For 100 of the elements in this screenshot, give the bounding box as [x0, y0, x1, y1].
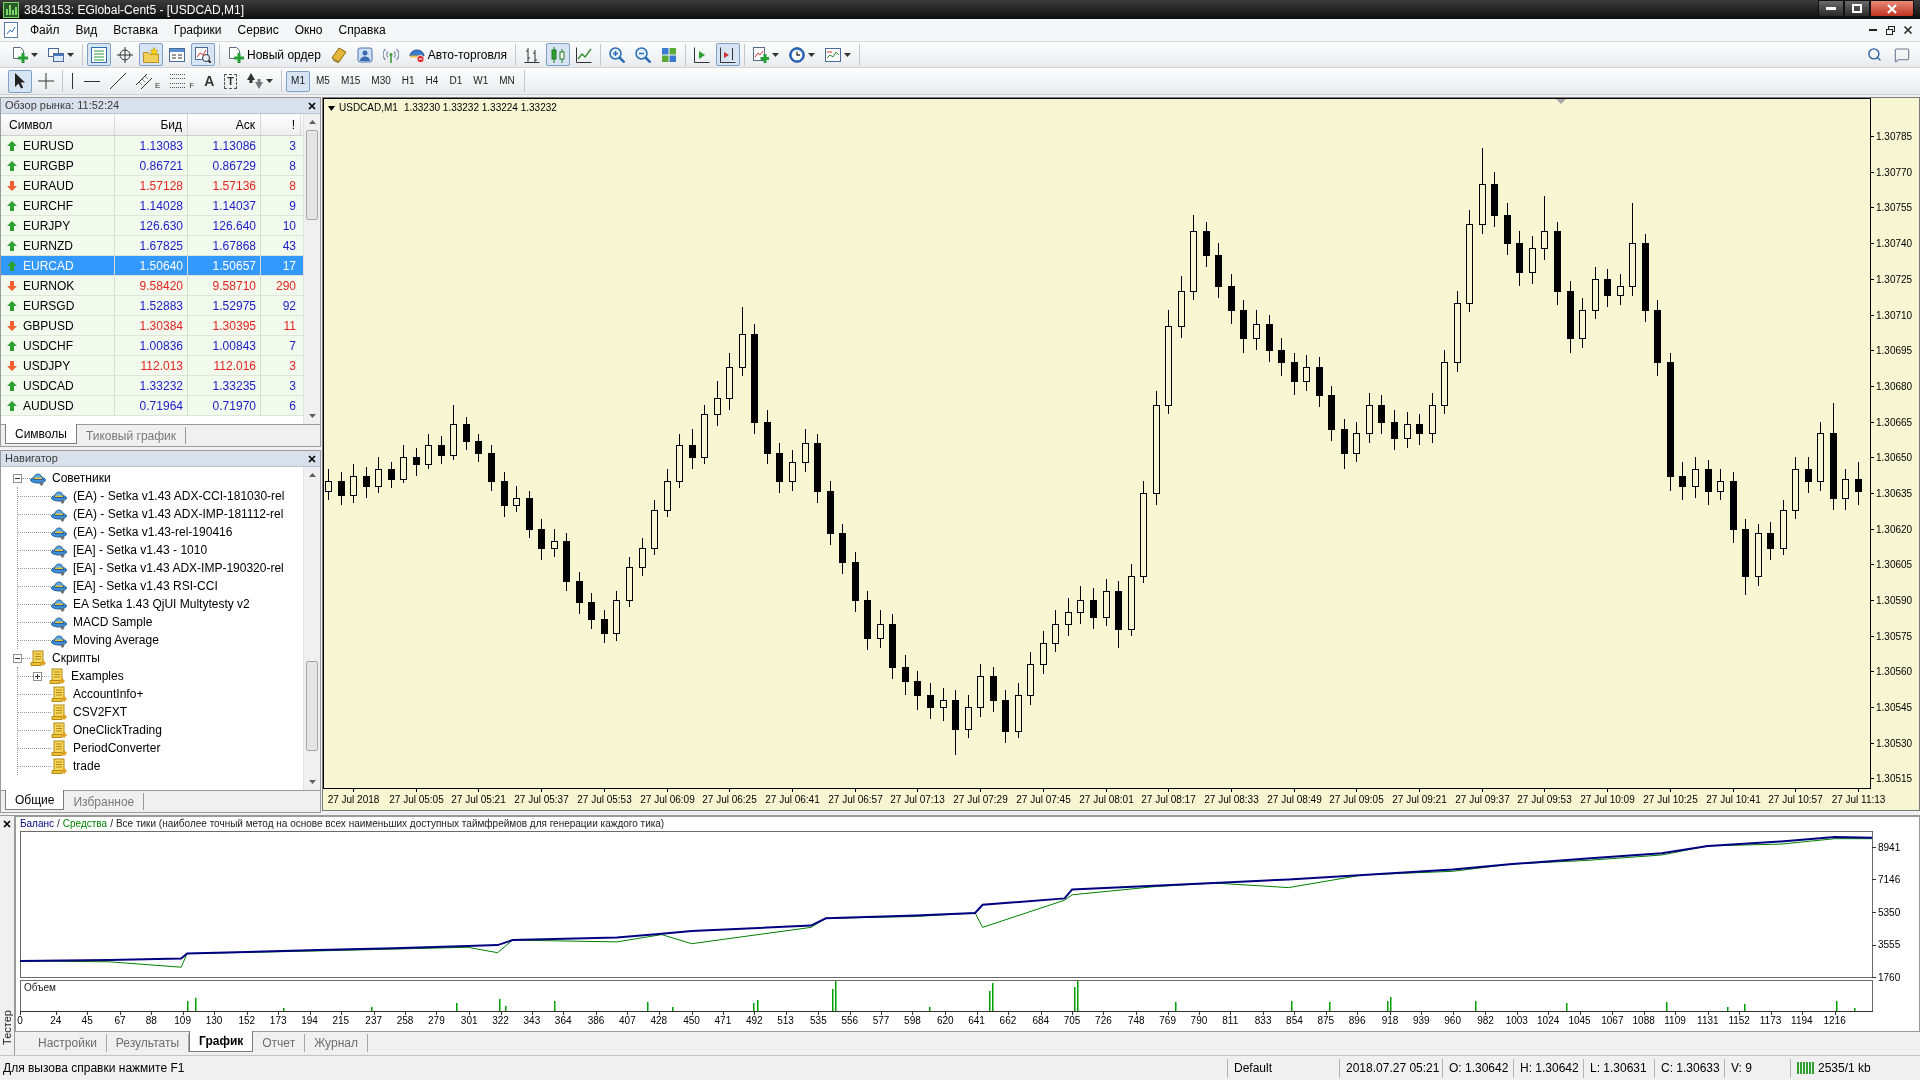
- fibonacci-button[interactable]: F: [166, 69, 199, 93]
- tree-item[interactable]: [EA] - Setka v1.43 - 1010: [73, 544, 208, 556]
- quote-row[interactable]: EURCHF 1.14028 1.14037 9: [1, 196, 303, 216]
- candle-wick: [1783, 499, 1784, 556]
- channel-button[interactable]: E: [132, 69, 165, 93]
- scroll-down-icon[interactable]: [308, 780, 316, 784]
- menu-item[interactable]: Файл: [22, 20, 68, 40]
- quote-row[interactable]: GBPUSD 1.30384 1.30395 11: [1, 316, 303, 336]
- chat-icon[interactable]: [1894, 46, 1910, 63]
- menu-item[interactable]: Справка: [330, 20, 394, 40]
- quote-row[interactable]: EURAUD 1.57128 1.57136 8: [1, 176, 303, 196]
- timeframe-button[interactable]: M15: [335, 70, 366, 92]
- quote-row[interactable]: EURGBP 0.86721 0.86729 8: [1, 156, 303, 176]
- quote-row[interactable]: USDCHF 1.00836 1.00843 7: [1, 336, 303, 356]
- candle: [551, 541, 558, 549]
- close-icon[interactable]: [308, 454, 316, 463]
- scrollbar[interactable]: [303, 467, 320, 790]
- menu-item[interactable]: Окно: [286, 20, 331, 40]
- quote-row[interactable]: USDJPY 112.013 112.016 3: [1, 356, 303, 376]
- scroll-up-icon[interactable]: [308, 120, 316, 124]
- quote-row[interactable]: EURSGD 1.52883 1.52975 92: [1, 296, 303, 316]
- column-header[interactable]: Аск: [235, 118, 255, 131]
- quote-row[interactable]: EURNOK 9.58420 9.58710 290: [1, 276, 303, 296]
- scroll-thumb[interactable]: [306, 130, 318, 220]
- restore-icon[interactable]: [1886, 25, 1895, 35]
- chart-shift-button[interactable]: [716, 43, 741, 66]
- column-header[interactable]: Бид: [160, 118, 182, 131]
- menu-item[interactable]: Графики: [165, 20, 230, 40]
- quote-row[interactable]: EURNZD 1.67825 1.67868 43: [1, 236, 303, 256]
- column-header[interactable]: !: [291, 118, 295, 131]
- tree-item[interactable]: Скрипты: [52, 652, 100, 664]
- tree-item[interactable]: (EA) - Setka v1.43-rel-190416: [73, 526, 233, 538]
- new-order-button[interactable]: Новый ордер: [224, 43, 325, 66]
- cursor-button[interactable]: [8, 69, 32, 93]
- cursor-icon: [12, 73, 28, 89]
- panel-tab[interactable]: Тиковый график: [76, 427, 187, 444]
- column-header[interactable]: Символ: [9, 118, 53, 131]
- close-icon[interactable]: [308, 101, 316, 110]
- candle-wick: [453, 404, 454, 461]
- close-icon[interactable]: [1904, 26, 1912, 34]
- tree-item[interactable]: [EA] - Setka v1.43 RSI-CCI: [73, 580, 218, 592]
- minimize-button[interactable]: [1818, 0, 1844, 17]
- tree-item[interactable]: Examples: [71, 670, 124, 682]
- tree-item[interactable]: (EA) - Setka v1.43 ADX-CCI-181030-rel: [73, 490, 285, 502]
- timeframe-button[interactable]: H4: [420, 70, 444, 92]
- timeframe-button[interactable]: M1: [286, 70, 310, 92]
- expand-icon[interactable]: [33, 671, 42, 681]
- scroll-thumb[interactable]: [306, 661, 318, 751]
- candle-wick: [1294, 352, 1295, 396]
- quote-row[interactable]: AUDUSD 0.71964 0.71970 6: [1, 396, 303, 416]
- search-icon[interactable]: [1867, 47, 1882, 62]
- panel-tab[interactable]: Избранное: [64, 793, 145, 810]
- text-label-button[interactable]: T: [220, 69, 242, 93]
- auto-trading-button[interactable]: Авто-торговля: [404, 43, 512, 66]
- time-label: 27 Jul 10:57: [1768, 794, 1823, 805]
- tree-item[interactable]: Советники: [52, 472, 111, 484]
- quote-row[interactable]: USDCAD 1.33232 1.33235 3: [1, 376, 303, 396]
- menu-item[interactable]: Вид: [67, 20, 106, 40]
- tree-item[interactable]: PeriodConverter: [73, 742, 161, 754]
- tree-item[interactable]: AccountInfo+: [73, 688, 144, 700]
- tree-item[interactable]: Moving Average: [73, 634, 159, 646]
- scrollbar[interactable]: [303, 114, 320, 424]
- tree-item[interactable]: [EA] - Setka v1.43 ADX-IMP-190320-rel: [73, 562, 284, 574]
- tree-item[interactable]: (EA) - Setka v1.43 ADX-IMP-181112-rel: [73, 508, 284, 520]
- timeframe-button[interactable]: M5: [311, 70, 335, 92]
- timeframe-button[interactable]: MN: [494, 70, 520, 92]
- panel-tab[interactable]: Общие: [5, 790, 65, 810]
- timeframe-button[interactable]: H1: [396, 70, 420, 92]
- candle-wick: [1256, 309, 1257, 351]
- dropdown-triangle-icon[interactable]: [328, 105, 335, 111]
- candlestick-button[interactable]: [546, 43, 571, 66]
- collapse-icon[interactable]: [13, 653, 22, 663]
- timeframe-button[interactable]: D1: [444, 70, 468, 92]
- tree-item[interactable]: MACD Sample: [73, 616, 153, 628]
- tree-item[interactable]: OneClickTrading: [73, 724, 162, 736]
- menu-item[interactable]: Вставка: [105, 20, 166, 40]
- panel-tab[interactable]: Журнал: [305, 1034, 368, 1052]
- collapse-icon[interactable]: [13, 473, 22, 483]
- panel-tab[interactable]: График: [189, 1031, 254, 1052]
- panel-tab[interactable]: Отчет: [253, 1034, 306, 1052]
- quote-row[interactable]: EURJPY 126.630 126.640 10: [1, 216, 303, 236]
- close-button[interactable]: [1870, 0, 1914, 17]
- panel-tab[interactable]: Символы: [5, 424, 77, 444]
- text-button[interactable]: A: [200, 69, 219, 93]
- timeframe-button[interactable]: M30: [366, 70, 396, 92]
- scroll-down-icon[interactable]: [308, 414, 316, 418]
- tester-button[interactable]: [191, 43, 215, 66]
- scroll-up-icon[interactable]: [308, 473, 316, 477]
- quote-row[interactable]: EURUSD 1.13083 1.13086 3: [1, 136, 303, 156]
- tree-item[interactable]: CSV2FXT: [73, 706, 127, 718]
- low-price: L: 1.30631: [1590, 1062, 1647, 1074]
- hat-icon: [30, 470, 46, 486]
- tree-item[interactable]: EA Setka 1.43 QjUI Multytesty v2: [73, 598, 250, 610]
- panel-tab[interactable]: Настройки: [29, 1034, 107, 1052]
- timeframe-button[interactable]: W1: [468, 70, 494, 92]
- close-icon[interactable]: [3, 820, 11, 828]
- maximize-button[interactable]: [1844, 0, 1870, 17]
- tree-item[interactable]: trade: [73, 760, 101, 772]
- market-watch-button[interactable]: [87, 43, 111, 66]
- menu-item[interactable]: Сервис: [229, 20, 287, 40]
